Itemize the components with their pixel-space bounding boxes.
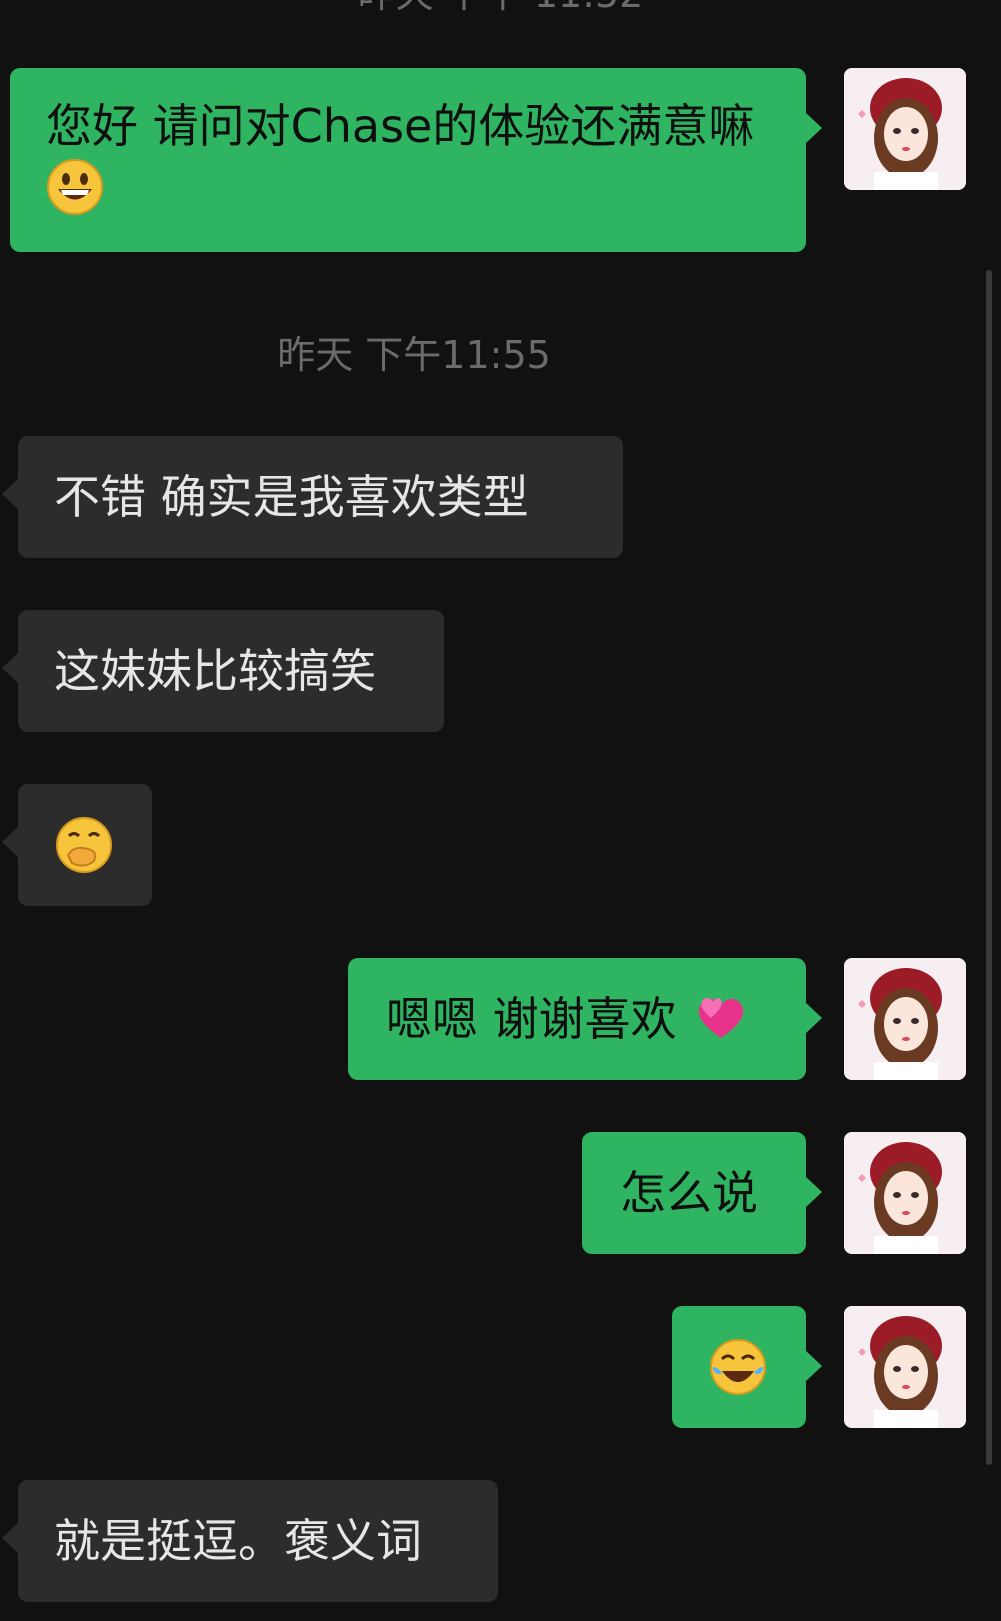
timestamp: 昨天 下午11:55 <box>277 333 551 377</box>
avatar[interactable] <box>844 958 966 1080</box>
two-hearts-icon <box>691 988 749 1058</box>
message-text: 您好 请问对Chase的体验还满意嘛 <box>46 99 755 153</box>
cut-timestamp: 昨天 下午 11:52 <box>0 0 1001 14</box>
message-text: 这妹妹比较搞笑 <box>54 644 376 698</box>
message-bubble-sent[interactable] <box>672 1306 822 1428</box>
grinning-face-icon <box>46 158 104 232</box>
hand-over-mouth-face-icon <box>54 815 114 891</box>
avatar[interactable] <box>844 1306 966 1428</box>
message-bubble-sent[interactable]: 嗯嗯 谢谢喜欢 <box>348 958 822 1080</box>
message-bubble-received[interactable]: 就是挺逗。褒义词 <box>2 1480 498 1602</box>
avatar[interactable] <box>844 68 966 190</box>
message-text: 就是挺逗。褒义词 <box>54 1514 422 1568</box>
message-text: 不错 确实是我喜欢类型 <box>54 470 529 524</box>
message-text: 嗯嗯 谢谢喜欢 <box>386 992 677 1046</box>
avatar[interactable] <box>844 1132 966 1254</box>
message-bubble-received[interactable]: 这妹妹比较搞笑 <box>2 610 444 732</box>
message-bubble-sent[interactable]: 怎么说 <box>582 1132 822 1254</box>
message-bubble-received[interactable] <box>2 784 152 906</box>
scrollbar[interactable] <box>986 270 992 1465</box>
message-bubble-sent[interactable]: 您好 请问对Chase的体验还满意嘛 <box>10 68 822 252</box>
rolling-on-floor-laughing-face-icon <box>708 1337 768 1413</box>
message-text: 怎么说 <box>620 1166 758 1220</box>
message-bubble-received[interactable]: 不错 确实是我喜欢类型 <box>2 436 623 558</box>
